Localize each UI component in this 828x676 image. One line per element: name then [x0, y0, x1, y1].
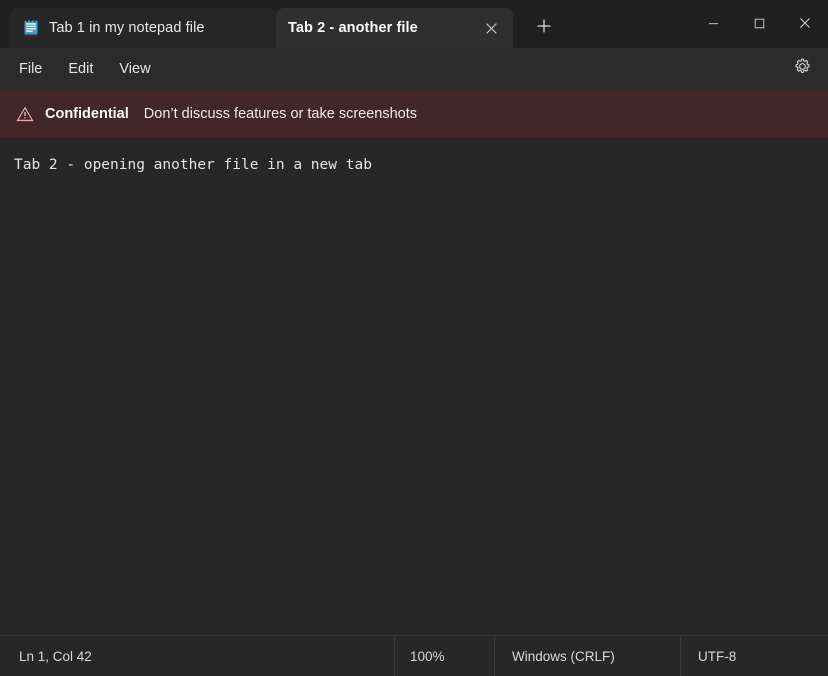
status-bar: Ln 1, Col 42 100% Windows (CRLF) UTF-8	[0, 635, 828, 676]
tab-1-title: Tab 1 in my notepad file	[49, 20, 268, 36]
banner-message: Don’t discuss features or take screensho…	[144, 106, 417, 122]
tab-2-title: Tab 2 - another file	[288, 20, 468, 36]
settings-button[interactable]	[786, 53, 818, 85]
menu-bar: File Edit View	[0, 48, 828, 89]
maximize-button[interactable]	[736, 0, 782, 46]
title-bar: Tab 1 in my notepad file Tab 2 - another…	[0, 0, 828, 48]
notepad-window: Tab 1 in my notepad file Tab 2 - another…	[0, 0, 828, 676]
cursor-position-status: Ln 1, Col 42	[0, 636, 394, 676]
tab-1[interactable]: Tab 1 in my notepad file	[10, 8, 276, 48]
banner-label: Confidential	[45, 106, 129, 122]
close-icon[interactable]	[477, 14, 505, 42]
zoom-level-status[interactable]: 100%	[394, 636, 494, 676]
encoding-status[interactable]: UTF-8	[680, 636, 736, 676]
tab-strip: Tab 1 in my notepad file Tab 2 - another…	[0, 0, 561, 48]
menu-item-edit[interactable]: Edit	[55, 56, 106, 82]
warning-triangle-icon	[15, 104, 35, 124]
minimize-button[interactable]	[690, 0, 736, 46]
text-editor-area[interactable]: Tab 2 - opening another file in a new ta…	[0, 138, 828, 635]
menu-item-view[interactable]: View	[106, 56, 163, 82]
line-ending-status[interactable]: Windows (CRLF)	[494, 636, 680, 676]
notepad-icon	[22, 19, 40, 37]
tab-2[interactable]: Tab 2 - another file	[276, 8, 513, 48]
plus-icon	[536, 18, 552, 39]
confidential-banner: Confidential Don’t discuss features or t…	[0, 89, 828, 138]
editor-content[interactable]: Tab 2 - opening another file in a new ta…	[14, 155, 818, 175]
close-window-button[interactable]	[782, 0, 828, 46]
menu-item-file[interactable]: File	[6, 56, 55, 82]
gear-icon	[794, 58, 811, 80]
new-tab-button[interactable]	[527, 11, 561, 45]
window-controls	[690, 0, 828, 46]
